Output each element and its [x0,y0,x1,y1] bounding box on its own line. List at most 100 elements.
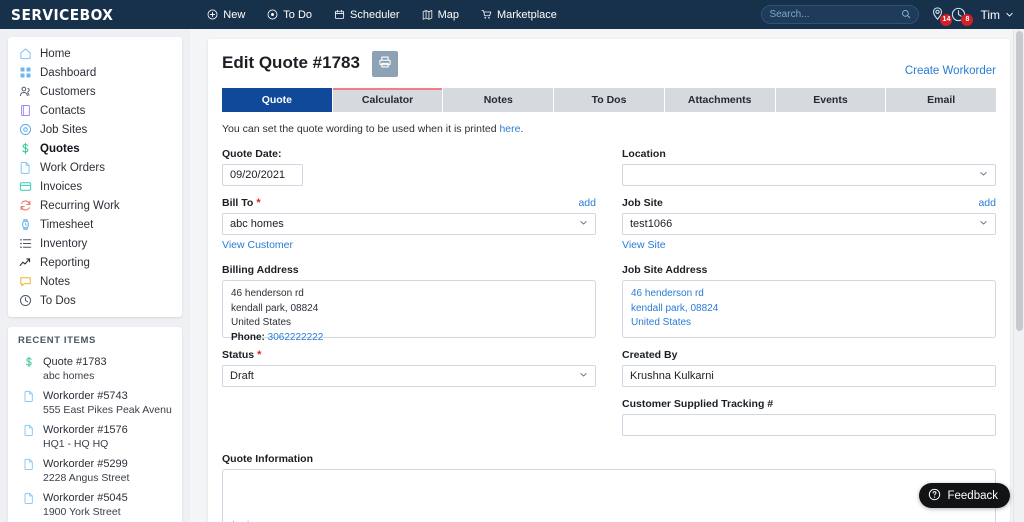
chevron-down-icon [1005,8,1014,22]
sidebar-item-invoices[interactable]: Invoices [8,177,182,196]
sidebar-item-work-orders[interactable]: Work Orders [8,158,182,177]
notification-badge-count: 8 [961,13,974,26]
recent-items-card: RECENT ITEMS Quote #1783 abc homes Worko… [8,327,182,522]
recent-item-workorder-5045[interactable]: Workorder #5045 1900 York Street [8,489,182,522]
top-nav-links: New To Do Scheduler Map Marketplace [207,9,557,21]
notification-clock-alert[interactable]: 8 [950,6,974,26]
tracking-input[interactable] [622,414,996,436]
notification-location-alert[interactable]: 14 [929,6,953,26]
sidebar-item-quotes[interactable]: Quotes [8,139,182,158]
sidebar-item-label: Dashboard [40,66,97,79]
status-value: Draft [230,370,254,382]
plus-circle-icon [207,9,218,20]
hint-text-after: . [520,123,524,135]
body-container: Home Dashboard Customers Contacts Job Si [0,29,1024,522]
question-circle-icon [928,488,941,504]
document-icon [22,389,36,403]
tab-quote[interactable]: Quote [222,88,333,112]
tab-to-dos[interactable]: To Dos [554,88,665,112]
sidebar-item-home[interactable]: Home [8,44,182,63]
recent-item-quote-1783[interactable]: Quote #1783 abc homes [8,353,182,387]
sidebar-item-recurring-work[interactable]: Recurring Work [8,196,182,215]
job-site-label-text: Job Site [622,197,663,209]
search-input[interactable] [769,9,902,20]
sidebar-item-label: Home [40,47,71,60]
recent-item-workorder-1576[interactable]: Workorder #1576 HQ1 - HQ HQ [8,421,182,455]
page-scrollbar-thumb[interactable] [1016,31,1023,331]
trend-arrow-icon [18,256,32,270]
recent-item-workorder-5743[interactable]: Workorder #5743 555 East Pikes Peak Aven… [8,387,182,421]
sidebar-item-reporting[interactable]: Reporting [8,253,182,272]
job-site-add-link[interactable]: add [978,197,996,209]
required-asterisk: * [256,196,261,209]
sidebar-item-inventory[interactable]: Inventory [8,234,182,253]
tab-attachments[interactable]: Attachments [664,88,776,112]
tab-calculator[interactable]: Calculator [332,88,444,112]
feedback-button[interactable]: Feedback [919,483,1010,508]
nav-item-todo[interactable]: To Do [267,9,312,21]
calendar-icon [334,9,345,20]
quote-information-textarea[interactable]: test [222,469,996,522]
created-by-input[interactable]: Krushna Kulkarni [622,365,996,387]
job-site-address-box[interactable]: 46 henderson rd kendall park, 08824 Unit… [622,280,996,338]
check-circle-icon [267,9,278,20]
sidebar-nav-card: Home Dashboard Customers Contacts Job Si [8,37,182,317]
quote-date-input[interactable]: 09/20/2021 [222,164,303,186]
page-title: Edit Quote #1783 [222,53,360,72]
field-created-by: Created By Krushna Kulkarni [622,349,996,387]
map-pin-icon [18,123,32,137]
recent-item-subtitle: 2228 Angus Street [43,472,130,484]
nav-item-map[interactable]: Map [422,9,459,21]
field-job-site-address: Job Site Address 46 henderson rd kendall… [622,264,996,338]
nav-item-new[interactable]: New [207,9,245,21]
chevron-down-icon [979,169,988,181]
sidebar-item-label: Timesheet [40,218,94,231]
tracking-label: Customer Supplied Tracking # [622,398,774,410]
invoice-card-icon [18,180,32,194]
view-customer-link[interactable]: View Customer [222,239,293,251]
tab-email[interactable]: Email [886,88,997,112]
created-by-label: Created By [622,349,678,361]
status-select[interactable]: Draft [222,365,596,387]
sidebar-item-label: Invoices [40,180,83,193]
nav-item-todo-label: To Do [283,8,313,21]
recent-item-subtitle: 555 East Pikes Peak Avenue [43,404,172,416]
sidebar-item-customers[interactable]: Customers [8,82,182,101]
recent-item-subtitle: abc homes [43,370,95,382]
recent-item-workorder-5299[interactable]: Workorder #5299 2228 Angus Street [8,455,182,489]
sidebar-item-to-dos[interactable]: To Dos [8,291,182,310]
page-scrollbar[interactable] [1013,29,1024,522]
print-button[interactable] [371,51,398,77]
servicebox-logo[interactable]: SERVICEBOX [0,6,113,24]
billing-phone-link[interactable]: 3062222222 [268,332,324,343]
bill-to-value: abc homes [230,218,284,230]
recent-item-title: Workorder #5299 [43,458,128,470]
sidebar-item-contacts[interactable]: Contacts [8,101,182,120]
sidebar-item-label: Quotes [40,142,80,155]
bill-to-add-link[interactable]: add [578,197,596,209]
sidebar-item-notes[interactable]: Notes [8,272,182,291]
location-select[interactable] [622,164,996,186]
search-box[interactable] [761,5,920,24]
sidebar-item-label: Reporting [40,256,90,269]
sidebar-item-label: Notes [40,275,71,288]
bill-to-select[interactable]: abc homes [222,213,596,235]
form-right-column: Location Job Site add test1066 View Site… [622,148,996,447]
sidebar-item-timesheet[interactable]: Timesheet [8,215,182,234]
tab-events[interactable]: Events [775,88,887,112]
job-site-select[interactable]: test1066 [622,213,996,235]
sidebar-item-label: Work Orders [40,161,105,174]
quote-information-label: Quote Information [222,453,313,465]
tab-notes[interactable]: Notes [443,88,555,112]
user-menu[interactable]: Tim [980,8,1014,22]
field-billing-address: Billing Address 46 henderson rd kendall … [222,264,596,343]
sidebar-item-job-sites[interactable]: Job Sites [8,120,182,139]
create-workorder-link[interactable]: Create Workorder [905,65,996,77]
quote-wording-link[interactable]: here [499,123,520,135]
sidebar-item-dashboard[interactable]: Dashboard [8,63,182,82]
view-site-link[interactable]: View Site [622,239,666,251]
field-bill-to: Bill To * add abc homes View Customer [222,197,596,253]
nav-item-scheduler[interactable]: Scheduler [334,9,400,21]
nav-item-marketplace[interactable]: Marketplace [481,9,557,21]
quote-wording-hint: You can set the quote wording to be used… [222,123,996,135]
